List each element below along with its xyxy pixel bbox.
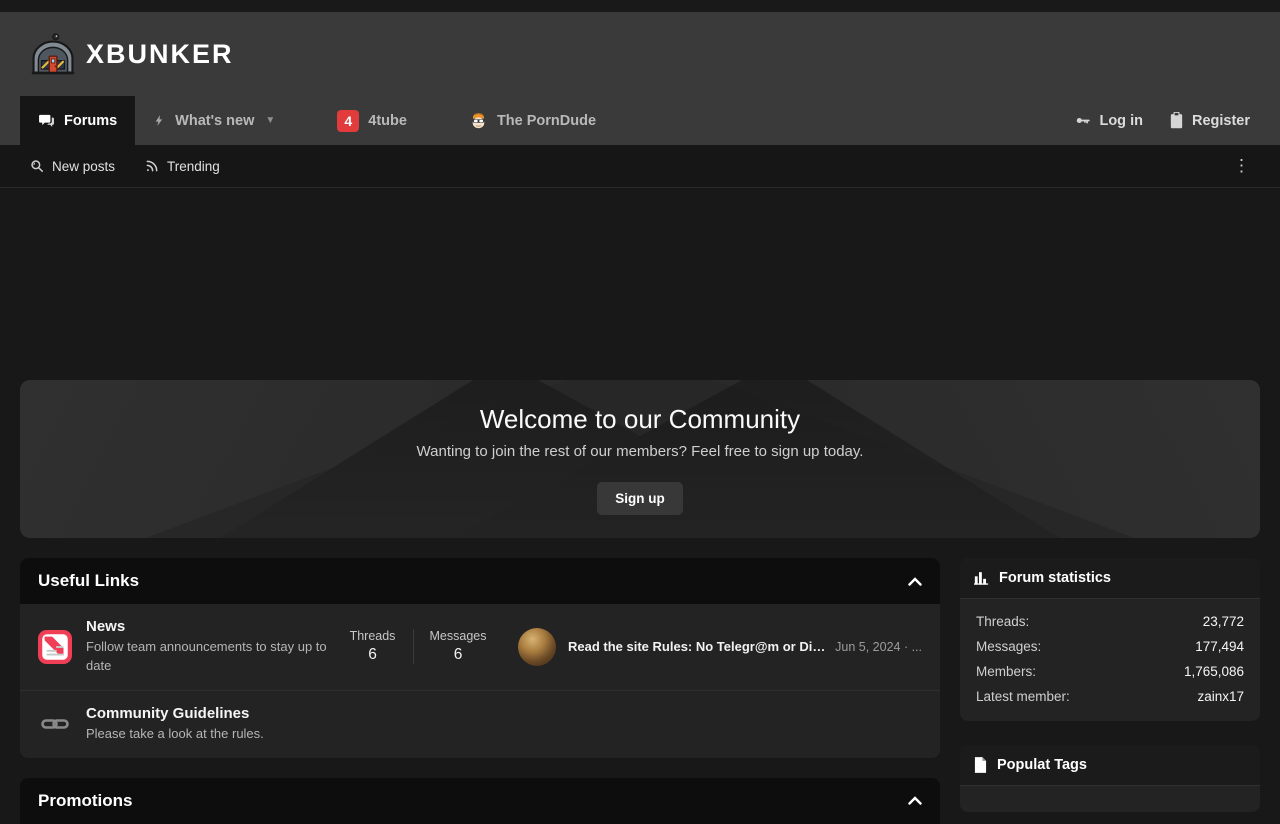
forum-node-row-guidelines[interactable]: Community Guidelines Please take a look … <box>20 690 940 758</box>
panel-title: Populat Tags <box>997 757 1087 773</box>
node-title[interactable]: Community Guidelines <box>86 705 264 722</box>
welcome-subtitle: Wanting to join the rest of our members?… <box>417 443 864 460</box>
site-logo[interactable]: XBUNKER <box>30 32 234 76</box>
threads-label: Threads <box>338 629 407 643</box>
messages-value: 6 <box>420 646 496 664</box>
site-header: XBUNKER Forums What's new ▼ 4 4tube <box>0 12 1280 145</box>
nav-spacer <box>614 96 1074 145</box>
popular-tags-body <box>960 786 1260 812</box>
messages-label: Messages <box>420 629 496 643</box>
panel-title: Forum statistics <box>999 570 1111 586</box>
subnav-label: New posts <box>52 159 115 174</box>
forum-node-row-news[interactable]: News Follow team announcements to stay u… <box>20 604 940 690</box>
useful-links-header: Useful Links <box>20 558 940 604</box>
bar-chart-icon <box>974 571 989 585</box>
latest-line: Read the site Rules: No Telegr@m or Disc… <box>568 639 922 654</box>
node-text: News Follow team announcements to stay u… <box>86 618 338 676</box>
login-link[interactable]: Log in <box>1074 112 1143 129</box>
tab-label: What's new <box>175 113 254 129</box>
search-icon <box>30 159 44 173</box>
subnav-trending[interactable]: Trending <box>145 159 220 174</box>
register-link[interactable]: Register <box>1169 112 1250 129</box>
stats-row: Messages: 177,494 <box>976 634 1244 659</box>
welcome-title: Welcome to our Community <box>480 404 800 435</box>
node-title[interactable]: News <box>86 618 338 635</box>
stat-value[interactable]: zainx17 <box>1197 689 1244 704</box>
key-icon <box>1074 112 1091 129</box>
latest-thread-meta: Jun 5, 2024 · ... <box>835 640 922 654</box>
main-column: Useful Links <box>20 558 940 824</box>
primary-nav: Forums What's new ▼ 4 4tube <box>0 96 1280 145</box>
main-columns: Useful Links <box>20 558 1260 824</box>
threads-stat: Threads 6 <box>338 629 414 664</box>
welcome-banner: Welcome to our Community Wanting to join… <box>20 380 1260 538</box>
panel-title: Useful Links <box>38 571 139 591</box>
stat-value: 177,494 <box>1195 639 1244 654</box>
page-content: New posts Welcome to our Community Wanti… <box>0 380 1280 824</box>
forum-statistics-header: Forum statistics <box>960 558 1260 599</box>
promotions-panel: Promotions <box>20 778 940 824</box>
popular-tags-header: Populat Tags <box>960 745 1260 786</box>
sidebar: Forum statistics Threads: 23,772 Message… <box>960 558 1260 812</box>
useful-links-panel: Useful Links <box>20 558 940 758</box>
stat-label: Members: <box>976 664 1036 679</box>
4tube-icon: 4 <box>337 110 359 132</box>
subnav-new-posts[interactable]: New posts <box>30 159 115 174</box>
stats-row: Members: 1,765,086 <box>976 659 1244 684</box>
porndude-icon <box>469 112 488 129</box>
stat-label: Threads: <box>976 614 1029 629</box>
stats-row: Latest member: zainx17 <box>976 684 1244 709</box>
register-icon <box>1169 112 1184 129</box>
register-label: Register <box>1192 113 1250 129</box>
tab-label: The PornDude <box>497 113 596 129</box>
document-icon <box>974 757 987 773</box>
latest-thread: Read the site Rules: No Telegr@m or Disc… <box>518 628 922 666</box>
chevron-up-icon[interactable] <box>908 577 922 586</box>
auth-links: Log in Register <box>1074 96 1250 145</box>
threads-value: 6 <box>338 646 407 664</box>
node-description: Follow team announcements to stay up to … <box>86 638 338 676</box>
sign-up-button[interactable]: Sign up <box>597 482 683 515</box>
chevron-down-icon: ▼ <box>265 115 275 126</box>
banner-content: Welcome to our Community Wanting to join… <box>20 380 1260 538</box>
popular-tags-panel: Populat Tags <box>960 745 1260 812</box>
panel-title: Promotions <box>38 791 132 811</box>
login-label: Log in <box>1099 113 1143 129</box>
node-text: Community Guidelines Please take a look … <box>86 705 264 744</box>
latest-thread-title[interactable]: Read the site Rules: No Telegr@m or Disc… <box>568 639 831 654</box>
stat-label: Messages: <box>976 639 1041 654</box>
tab-label: 4tube <box>368 113 407 129</box>
tab-porndude[interactable]: The PornDude <box>451 96 614 145</box>
useful-links-rows: News Follow team announcements to stay u… <box>20 604 940 758</box>
stats-row: Threads: 23,772 <box>976 609 1244 634</box>
rss-icon <box>145 159 159 173</box>
top-strip <box>0 0 1280 12</box>
avatar[interactable] <box>518 628 556 666</box>
brand-name: XBUNKER <box>86 39 234 70</box>
stat-value: 1,765,086 <box>1184 664 1244 679</box>
logo-row: XBUNKER <box>0 12 1280 96</box>
forum-statistics-panel: Forum statistics Threads: 23,772 Message… <box>960 558 1260 721</box>
stat-label: Latest member: <box>976 689 1070 704</box>
secondary-nav: New posts Trending ⋮ <box>0 145 1280 188</box>
forum-statistics-body: Threads: 23,772 Messages: 177,494 Member… <box>960 599 1260 721</box>
subnav-label: Trending <box>167 159 220 174</box>
forums-icon <box>38 112 55 129</box>
tab-whats-new[interactable]: What's new ▼ <box>135 96 293 145</box>
news-icon <box>38 630 72 664</box>
stat-value: 23,772 <box>1203 614 1244 629</box>
kebab-menu-icon[interactable]: ⋮ <box>1225 152 1258 180</box>
tab-forums[interactable]: Forums <box>20 96 135 145</box>
promotions-header: Promotions <box>20 778 940 824</box>
messages-stat: Messages 6 <box>420 629 496 664</box>
link-icon <box>38 716 72 732</box>
tab-4tube[interactable]: 4 4tube <box>319 96 425 145</box>
lightning-icon <box>153 113 166 128</box>
node-description: Please take a look at the rules. <box>86 725 264 744</box>
chevron-up-icon[interactable] <box>908 796 922 805</box>
tab-label: Forums <box>64 113 117 129</box>
bunker-logo-icon <box>30 32 76 76</box>
